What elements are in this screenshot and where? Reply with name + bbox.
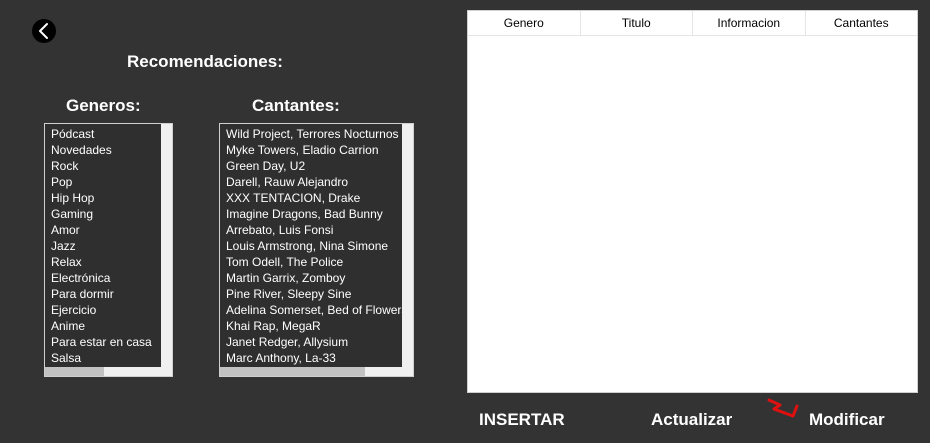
insertar-button[interactable]: INSERTAR (479, 410, 565, 430)
page-title: Recomendaciones: (127, 52, 283, 71)
list-item[interactable]: Pine River, Sleepy Sine (226, 286, 413, 302)
actualizar-button[interactable]: Actualizar (651, 410, 732, 430)
list-item[interactable]: XXX TENTACION, Drake (226, 190, 413, 206)
column-header-titulo[interactable]: Titulo (581, 11, 693, 35)
list-item[interactable]: Jazz (51, 238, 172, 254)
list-item[interactable]: Hip Hop (51, 190, 172, 206)
list-item[interactable]: Darell, Rauw Alejandro (226, 174, 413, 190)
list-item[interactable]: Salsa (51, 350, 172, 366)
grid-header: Genero Titulo Informacion Cantantes (468, 11, 917, 36)
column-header-informacion[interactable]: Informacion (693, 11, 806, 35)
chevron-left-icon (39, 23, 48, 39)
list-item[interactable]: Novedades (51, 142, 172, 158)
cantantes-heading: Cantantes: (252, 96, 340, 115)
modificar-button[interactable]: Modificar (809, 410, 885, 430)
list-item[interactable]: Adelina Somerset, Bed of Flowers (226, 302, 413, 318)
generos-vertical-scrollbar[interactable] (161, 124, 172, 367)
list-item[interactable]: Para dormir (51, 286, 172, 302)
list-item[interactable]: Imagine Dragons, Bad Bunny (226, 206, 413, 222)
list-item[interactable]: Myke Towers, Eladio Carrion (226, 142, 413, 158)
generos-horizontal-scrollbar[interactable] (45, 367, 172, 376)
column-header-genero[interactable]: Genero (468, 11, 581, 35)
list-item[interactable]: Khai Rap, MegaR (226, 318, 413, 334)
list-item[interactable]: Rock (51, 158, 172, 174)
red-arrow-mark (767, 398, 799, 418)
list-item[interactable]: Marc Anthony, La-33 (226, 350, 413, 366)
list-item[interactable]: Martin Garrix, Zomboy (226, 270, 413, 286)
generos-list: Pódcast Novedades Rock Pop Hip Hop Gamin… (45, 124, 172, 366)
generos-heading: Generos: (66, 96, 141, 115)
data-grid[interactable]: Genero Titulo Informacion Cantantes (467, 10, 918, 393)
generos-scroll-thumb[interactable] (45, 367, 104, 376)
list-item[interactable]: Green Day, U2 (226, 158, 413, 174)
list-item[interactable]: Relax (51, 254, 172, 270)
list-item[interactable]: Ejercicio (51, 302, 172, 318)
column-header-cantantes[interactable]: Cantantes (806, 11, 918, 35)
list-item[interactable]: Louis Armstrong, Nina Simone (226, 238, 413, 254)
list-item[interactable]: Anime (51, 318, 172, 334)
cantantes-list: Wild Project, Terrores Nocturnos Myke To… (220, 124, 413, 366)
list-item[interactable]: Pódcast (51, 126, 172, 142)
cantantes-listbox[interactable]: Wild Project, Terrores Nocturnos Myke To… (219, 123, 414, 377)
generos-listbox[interactable]: Pódcast Novedades Rock Pop Hip Hop Gamin… (44, 123, 173, 377)
list-item[interactable]: Pop (51, 174, 172, 190)
list-item[interactable]: Janet Redger, Allysium (226, 334, 413, 350)
list-item[interactable]: Electrónica (51, 270, 172, 286)
list-item[interactable]: Wild Project, Terrores Nocturnos (226, 126, 413, 142)
cantantes-horizontal-scrollbar[interactable] (220, 367, 413, 376)
back-button[interactable] (32, 19, 56, 43)
list-item[interactable]: Para estar en casa (51, 334, 172, 350)
list-item[interactable]: Tom Odell, The Police (226, 254, 413, 270)
list-item[interactable]: Gaming (51, 206, 172, 222)
cantantes-scroll-thumb[interactable] (220, 367, 365, 376)
list-item[interactable]: Arrebato, Luis Fonsi (226, 222, 413, 238)
cantantes-vertical-scrollbar[interactable] (402, 124, 413, 367)
list-item[interactable]: Amor (51, 222, 172, 238)
